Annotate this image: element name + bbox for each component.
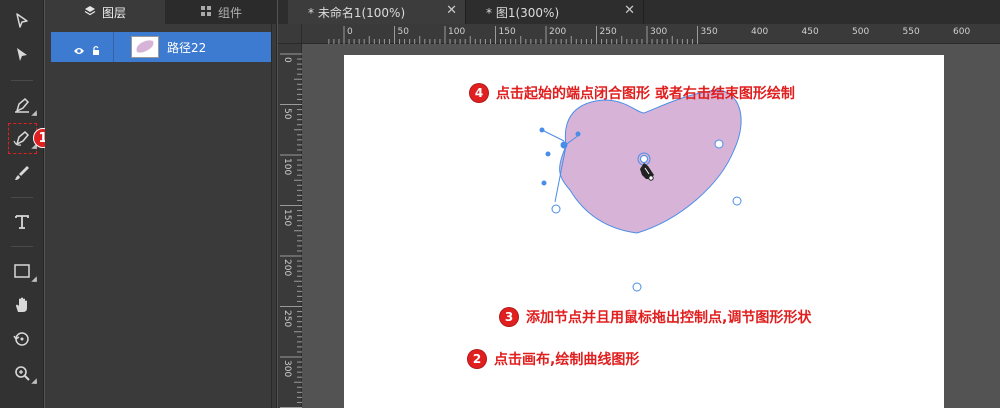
heart-shape: [559, 89, 742, 234]
lock-icon[interactable]: [91, 41, 101, 60]
tool-bar: 1: [0, 0, 53, 408]
zoom-tool-icon[interactable]: [8, 360, 36, 386]
close-icon[interactable]: ✕: [446, 3, 457, 18]
ruler-label: 300: [650, 27, 668, 37]
ruler-label: 50: [282, 107, 292, 119]
ruler-label: 400: [751, 27, 769, 37]
step-2-text: 点击画布,绘制曲线图形: [494, 352, 640, 368]
layer-row[interactable]: 路径22: [51, 32, 271, 62]
ruler-label: 150: [498, 27, 516, 37]
grid-icon: [200, 5, 212, 20]
ruler-label: 250: [599, 27, 617, 37]
step-3-text: 添加节点并且用鼠标拖出控制点,调节图形形状: [526, 310, 812, 326]
step-2-badge: 2: [468, 350, 486, 368]
callout-step-3: 3 添加节点并且用鼠标拖出控制点,调节图形形状: [500, 307, 811, 327]
ruler-label: 550: [902, 27, 920, 37]
document-tab-bar: * 未命名1(100%) ✕ * 图1(300%) ✕: [278, 0, 1000, 24]
heart-path-drawing[interactable]: [344, 55, 944, 408]
ruler-label: 300: [282, 360, 292, 378]
tab-components-label: 组件: [217, 5, 242, 20]
anchor-point-start: [640, 155, 648, 163]
tab-layers[interactable]: 图层: [45, 0, 165, 24]
ruler-label: 100: [448, 27, 466, 37]
pen-tool-icon[interactable]: [8, 92, 36, 118]
ruler-label: 50: [397, 27, 409, 37]
ruler-label: 450: [801, 27, 819, 37]
document-tab-title: * 未命名1(100%): [308, 6, 406, 20]
ruler-corner: [278, 24, 302, 44]
panel-divider: [271, 24, 272, 408]
ruler-label: 0: [282, 57, 292, 63]
ruler-label: 100: [282, 158, 292, 176]
control-point: [541, 180, 547, 186]
visibility-eye-icon[interactable]: [73, 41, 85, 60]
horizontal-ruler-ticks: [328, 26, 698, 44]
ruler-label: 0: [347, 27, 353, 37]
ruler-label: 200: [549, 27, 567, 37]
tab-layers-label: 图层: [101, 5, 126, 20]
layer-name: 路径22: [167, 41, 207, 55]
control-point: [539, 127, 545, 133]
ruler-label: 500: [852, 27, 870, 37]
curvature-pen-icon[interactable]: [8, 125, 36, 151]
rectangle-tool-icon[interactable]: [8, 258, 36, 284]
step-3-badge: 3: [500, 308, 518, 326]
ruler-label: 150: [282, 208, 292, 226]
direct-select-arrow-icon[interactable]: [8, 42, 36, 68]
anchor-point: [732, 196, 742, 206]
anchor-point-selected: [560, 141, 568, 149]
document-tab-image1[interactable]: * 图1(300%) ✕: [466, 0, 644, 24]
step-4-text: 点击起始的端点闭合图形 或者右击结束图形绘制: [496, 86, 795, 102]
rotate-view-icon[interactable]: [8, 326, 36, 352]
callout-step-2: 2 点击画布,绘制曲线图形: [468, 349, 639, 369]
ruler-label: 350: [700, 27, 718, 37]
text-tool-icon[interactable]: [8, 209, 36, 235]
control-handle-line: [541, 129, 565, 142]
document-tab-untitled1[interactable]: * 未命名1(100%) ✕: [288, 0, 466, 24]
layer-thumbnail: [131, 36, 159, 58]
select-hollow-arrow-icon[interactable]: [8, 8, 36, 34]
anchor-point: [632, 282, 642, 292]
canvas-area[interactable]: 4 点击起始的端点闭合图形 或者右击结束图形绘制 3 添加节点并且用鼠标拖出控制…: [302, 45, 1000, 408]
tab-components[interactable]: 组件: [165, 0, 277, 24]
toolbar-separator: [11, 246, 33, 247]
anchor-point: [714, 139, 724, 149]
hand-tool-icon[interactable]: [8, 292, 36, 318]
layer-row-divider: [113, 32, 114, 62]
ruler-label: 200: [282, 259, 292, 277]
toolbar-separator: [11, 197, 33, 198]
control-point: [545, 151, 551, 157]
anchor-point: [551, 204, 561, 214]
vertical-ruler: 0 50 100 150 200 250 300: [278, 44, 302, 408]
app-window: 1 图层 组件 路径22 * 未命名1(100%) ✕ * 图1(300%) ✕…: [0, 0, 1000, 408]
step-4-badge: 4: [470, 84, 488, 102]
control-point: [575, 131, 581, 137]
callout-step-4: 4 点击起始的端点闭合图形 或者右击结束图形绘制: [470, 83, 795, 103]
ruler-label: 250: [282, 309, 292, 327]
layers-panel: 图层 组件 路径22: [45, 0, 277, 408]
close-icon[interactable]: ✕: [624, 3, 635, 18]
document-tab-title: * 图1(300%): [486, 6, 560, 20]
artboard[interactable]: 4 点击起始的端点闭合图形 或者右击结束图形绘制 3 添加节点并且用鼠标拖出控制…: [344, 55, 944, 408]
toolbar-separator: [11, 80, 33, 81]
layers-icon: [84, 5, 96, 20]
ruler-label: 600: [953, 27, 971, 37]
brush-icon[interactable]: [8, 160, 36, 186]
horizontal-ruler: 0 50 100 150 200 250 300 350 400 450 500 550 600: [278, 24, 1000, 44]
